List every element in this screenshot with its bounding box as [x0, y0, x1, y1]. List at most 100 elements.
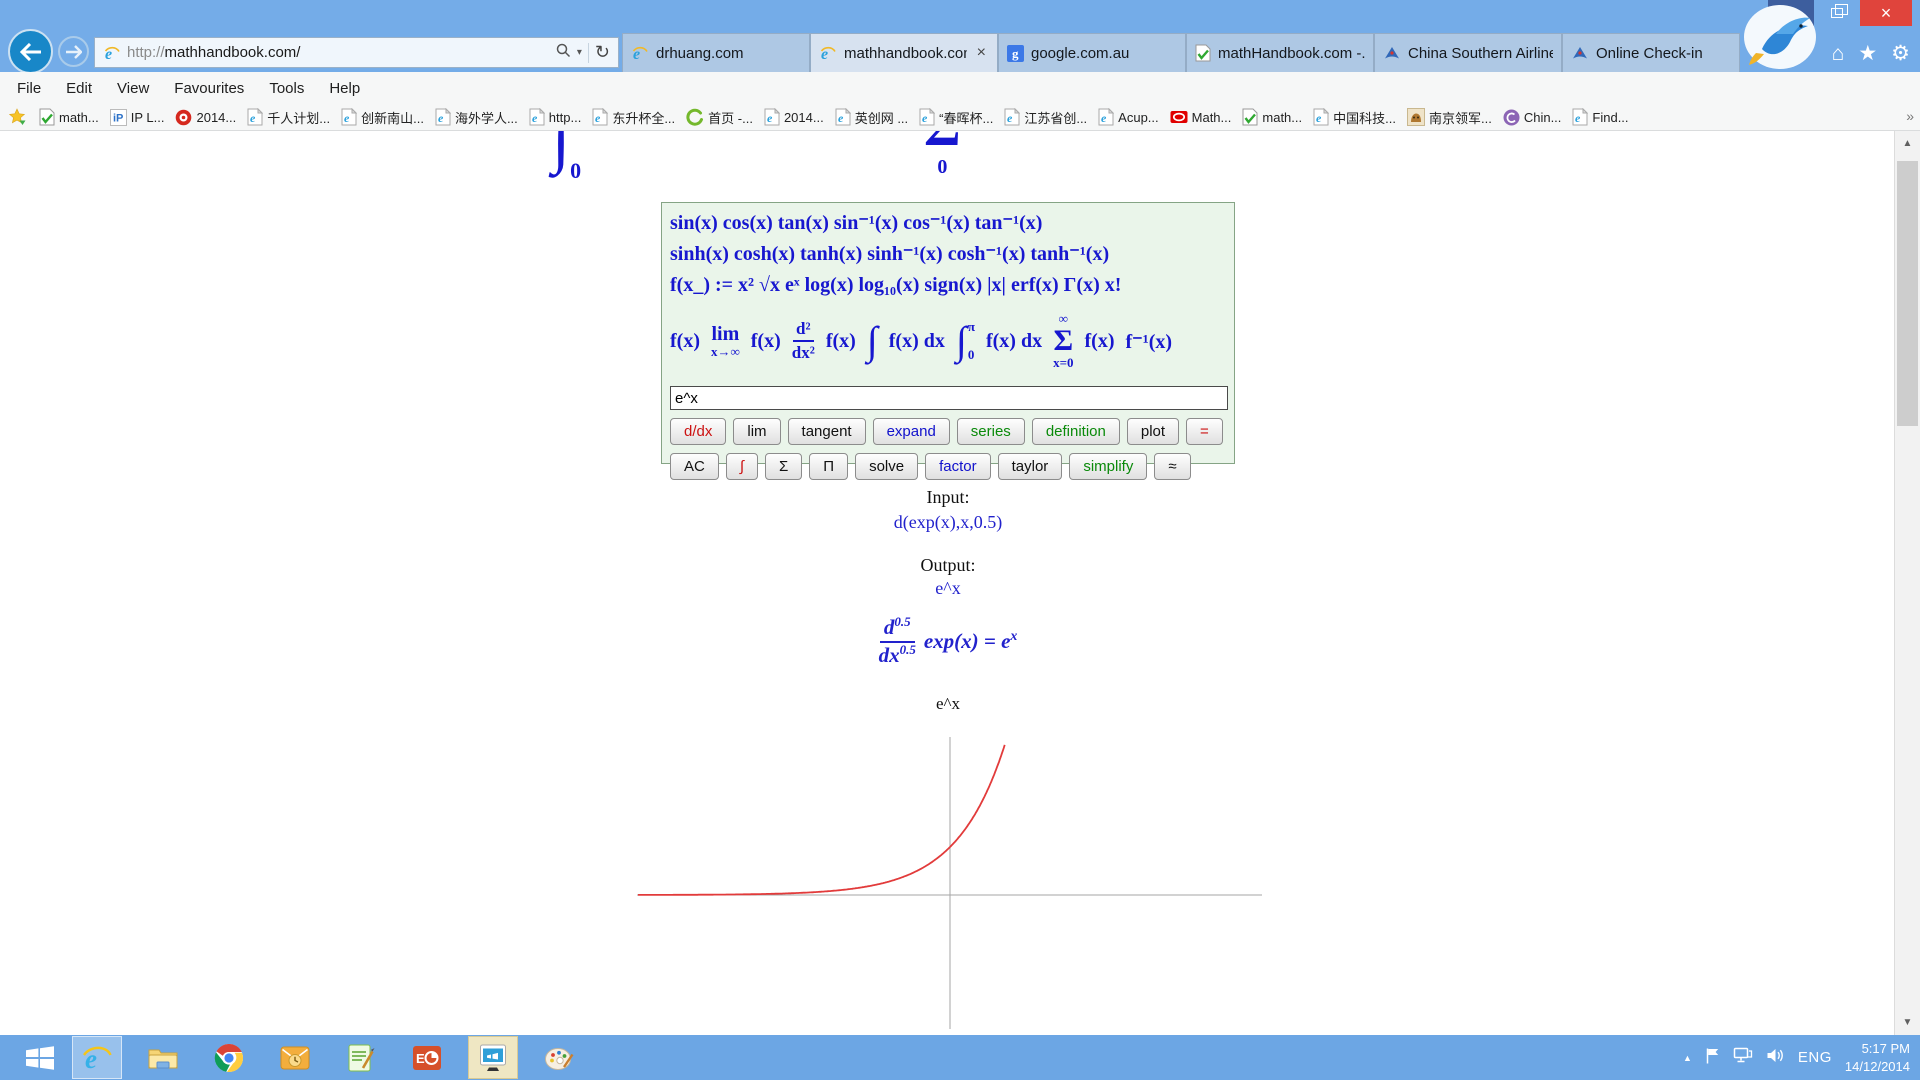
button-ddx[interactable]: d/dx — [670, 418, 726, 445]
menu-tools[interactable]: Tools — [264, 78, 309, 99]
button-definition[interactable]: definition — [1032, 418, 1120, 445]
button-series[interactable]: series — [957, 418, 1025, 445]
favorite-item-7[interactable]: e东升杯全... — [592, 108, 675, 127]
favorites-overflow-icon[interactable]: » — [1906, 108, 1914, 124]
favorite-item-11[interactable]: e“春晖杯... — [919, 108, 993, 127]
settings-gear-icon[interactable]: ⚙ — [1891, 41, 1910, 67]
ip-icon: iP — [110, 109, 127, 126]
button-sym3[interactable]: Π — [809, 453, 848, 480]
purple-icon — [1503, 109, 1520, 126]
scroll-down-button[interactable]: ▼ — [1895, 1010, 1920, 1035]
expression-input[interactable] — [670, 386, 1228, 410]
oracle-icon — [1170, 108, 1188, 126]
favorite-item-9[interactable]: e2014... — [764, 108, 824, 126]
home-icon[interactable]: ⌂ — [1832, 41, 1845, 67]
taskbar-app-explorer[interactable] — [138, 1036, 188, 1079]
svg-text:g: g — [1012, 46, 1019, 61]
favorite-item-6[interactable]: ehttp... — [529, 108, 582, 126]
rdp-icon — [478, 1043, 508, 1073]
favorite-item-0[interactable]: math... — [39, 108, 99, 126]
button-solve[interactable]: solve — [855, 453, 918, 480]
svg-text:e: e — [922, 111, 928, 125]
favorite-item-16[interactable]: e中国科技... — [1313, 108, 1396, 127]
taskbar-app-paint[interactable] — [534, 1036, 584, 1079]
desktop-screen: – × e http://mathhandbook.com/ ▾ ↻ edrhu… — [0, 0, 1920, 1080]
iedoc-icon: e — [764, 108, 780, 126]
favorite-item-14[interactable]: Math... — [1170, 108, 1232, 126]
tab-online-check-in[interactable]: Online Check-in — [1562, 33, 1740, 72]
favorite-item-10[interactable]: e英创网 ... — [835, 108, 908, 127]
button-factor[interactable]: factor — [925, 453, 991, 480]
tab-label: drhuang.com — [656, 45, 801, 62]
network-icon[interactable] — [1733, 1047, 1753, 1069]
button-sym7[interactable]: = — [1186, 418, 1223, 445]
action-center-flag-icon[interactable] — [1705, 1047, 1720, 1069]
favorite-item-1[interactable]: iPIP L... — [110, 109, 165, 126]
button-sym2[interactable]: Σ — [765, 453, 802, 480]
favorite-item-18[interactable]: Chin... — [1503, 109, 1562, 126]
favorite-item-12[interactable]: e江苏省创... — [1004, 108, 1087, 127]
taskbar-app-outlook[interactable] — [270, 1036, 320, 1079]
tab-google-com-au[interactable]: ggoogle.com.au — [998, 33, 1186, 72]
favorite-item-17[interactable]: 南京领军... — [1407, 108, 1492, 127]
language-indicator[interactable]: ENG — [1798, 1049, 1832, 1066]
search-icon[interactable] — [555, 42, 571, 63]
close-button[interactable]: × — [1860, 0, 1912, 26]
paint-icon — [544, 1044, 574, 1072]
taskbar-app-powerpoint[interactable]: E — [402, 1036, 452, 1079]
button-AC[interactable]: AC — [670, 453, 719, 480]
button-simplify[interactable]: simplify — [1069, 453, 1147, 480]
clock[interactable]: 5:17 PM 14/12/2014 — [1845, 1040, 1910, 1075]
favorite-item-8[interactable]: 首页 -... — [686, 108, 753, 127]
hidden-icons-chevron[interactable]: ▲ — [1683, 1053, 1692, 1063]
tab-label: mathHandbook.com -... — [1218, 45, 1365, 62]
taskbar-app-chrome[interactable] — [204, 1036, 254, 1079]
tab-china-southern-airline[interactable]: China Southern Airline... — [1374, 33, 1562, 72]
add-favorite-icon[interactable] — [8, 108, 28, 126]
menu-view[interactable]: View — [112, 78, 154, 99]
tab-mathhandbook-com[interactable]: mathHandbook.com -... — [1186, 33, 1374, 72]
favorite-item-5[interactable]: e海外学人... — [435, 108, 518, 127]
tab-label: China Southern Airline... — [1408, 45, 1553, 62]
url-text[interactable]: http://mathhandbook.com/ — [127, 44, 555, 61]
favorite-item-3[interactable]: e千人计划... — [247, 108, 330, 127]
scroll-up-button[interactable]: ▲ — [1895, 131, 1920, 156]
menu-help[interactable]: Help — [324, 78, 365, 99]
start-button[interactable] — [12, 1035, 68, 1080]
page-content: ∫0 Σ0 sin(x) cos(x) tan(x) sin⁻¹(x) cos⁻… — [0, 131, 1920, 1035]
button-taylor[interactable]: taylor — [998, 453, 1063, 480]
search-dropdown-icon[interactable]: ▾ — [577, 47, 582, 58]
taskbar-app-ie[interactable]: e — [72, 1036, 122, 1079]
taskbar-app-rdp[interactable] — [468, 1036, 518, 1079]
menu-favourites[interactable]: Favourites — [169, 78, 249, 99]
button-tangent[interactable]: tangent — [788, 418, 866, 445]
tab-drhuang-com[interactable]: edrhuang.com — [622, 33, 810, 72]
favorite-item-19[interactable]: eFind... — [1572, 108, 1628, 126]
clock-time: 5:17 PM — [1845, 1040, 1910, 1058]
restore-button[interactable] — [1814, 0, 1860, 26]
favorite-item-15[interactable]: math... — [1242, 108, 1302, 126]
doccheck-favicon-icon — [1195, 44, 1211, 62]
button-plot[interactable]: plot — [1127, 418, 1179, 445]
tab-mathhandbook-com[interactable]: emathhandbook.com× — [810, 33, 998, 72]
forward-button[interactable] — [58, 36, 89, 67]
address-bar[interactable]: e http://mathhandbook.com/ ▾ ↻ — [94, 37, 619, 68]
menu-edit[interactable]: Edit — [61, 78, 97, 99]
favorite-item-2[interactable]: 2014... — [175, 109, 236, 126]
favorites-star-icon[interactable]: ★ — [1858, 41, 1877, 67]
scroll-thumb[interactable] — [1897, 161, 1918, 426]
volume-icon[interactable] — [1766, 1047, 1785, 1069]
button-expand[interactable]: expand — [873, 418, 950, 445]
button-sym1[interactable]: ∫ — [726, 453, 758, 480]
restore-icon — [1831, 8, 1843, 18]
back-button[interactable] — [8, 29, 53, 74]
taskbar-app-notes[interactable] — [336, 1036, 386, 1079]
favorite-item-13[interactable]: eAcup... — [1098, 108, 1158, 126]
favorite-item-4[interactable]: e创新南山... — [341, 108, 424, 127]
tab-close-icon[interactable]: × — [974, 44, 989, 62]
page-scrollbar[interactable]: ▲ ▼ — [1894, 131, 1920, 1035]
menu-file[interactable]: File — [12, 78, 46, 99]
button-lim[interactable]: lim — [733, 418, 780, 445]
button-sym8[interactable]: ≈ — [1154, 453, 1190, 480]
refresh-icon[interactable]: ↻ — [595, 42, 610, 63]
